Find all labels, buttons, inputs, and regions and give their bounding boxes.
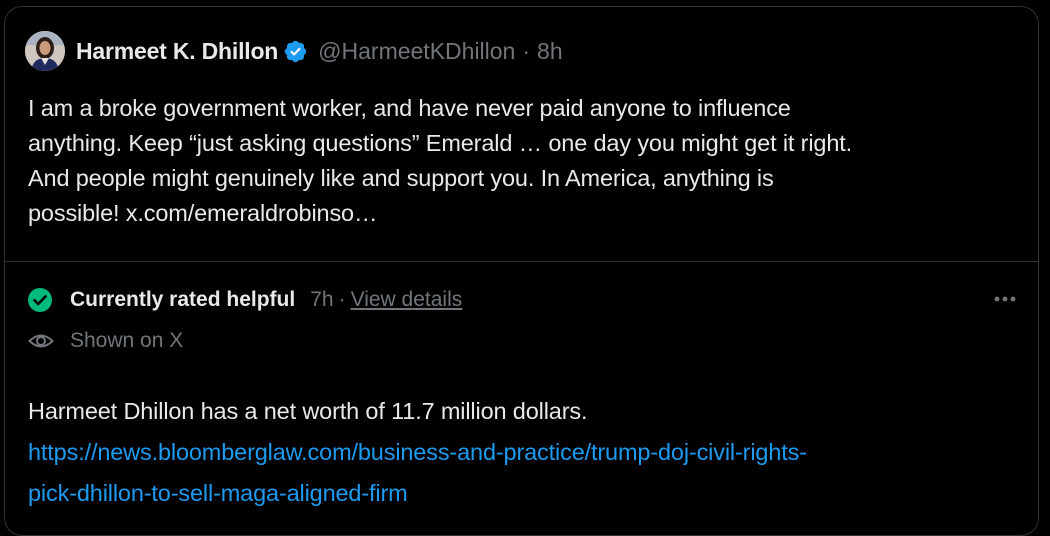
post-time[interactable]: 8h: [537, 38, 563, 65]
separator-dot: ·: [522, 37, 531, 64]
divider: [5, 261, 1038, 262]
verified-badge-icon: [283, 39, 308, 64]
tweet-text-line: anything. Keep “just asking questions” E…: [28, 130, 853, 156]
avatar[interactable]: [25, 31, 65, 71]
note-source-link[interactable]: https://news.bloomberglaw.com/business-a…: [28, 432, 1028, 473]
post-card: Harmeet K. Dhillon @HarmeetKDhillon · 8h…: [4, 6, 1039, 536]
tweet-text-line: And people might genuinely like and supp…: [28, 165, 774, 191]
note-time: 7h: [310, 288, 334, 311]
view-details-link[interactable]: View details: [351, 288, 463, 312]
shown-on-label: Shown on X: [70, 329, 184, 352]
tweet-text-line: possible! x.com/emeraldrobinso…: [28, 200, 378, 226]
check-circle-icon: [27, 287, 53, 313]
tweet[interactable]: Harmeet K. Dhillon @HarmeetKDhillon · 8h…: [5, 7, 1038, 261]
author-name[interactable]: Harmeet K. Dhillon: [76, 38, 278, 65]
note-source-link[interactable]: pick-dhillon-to-sell-maga-aligned-firm: [28, 473, 1028, 514]
note-status-row: Currently rated helpful 7h · View detail…: [27, 285, 462, 315]
eye-icon: [27, 327, 55, 355]
separator-dot: ·: [338, 288, 346, 311]
more-horizontal-icon[interactable]: [990, 289, 1020, 309]
note-text-line: Harmeet Dhillon has a net worth of 11.7 …: [28, 398, 588, 424]
shown-on-row: Shown on X: [27, 326, 183, 356]
tweet-text: I am a broke government worker, and have…: [28, 91, 1018, 231]
note-text: Harmeet Dhillon has a net worth of 11.7 …: [28, 391, 1028, 514]
tweet-text-line: I am a broke government worker, and have…: [28, 95, 791, 121]
note-status-label: Currently rated helpful: [70, 288, 296, 311]
author-handle[interactable]: @HarmeetKDhillon: [318, 38, 515, 65]
author-row: Harmeet K. Dhillon @HarmeetKDhillon · 8h: [25, 31, 563, 71]
